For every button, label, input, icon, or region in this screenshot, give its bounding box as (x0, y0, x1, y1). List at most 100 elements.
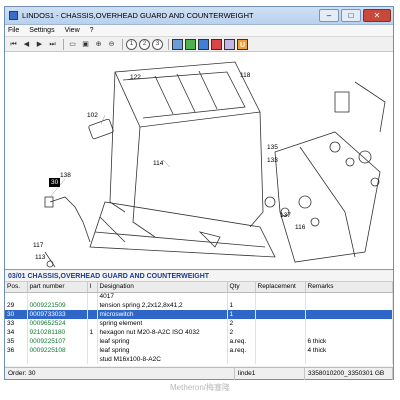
table-row[interactable]: stud M16x100-8-A2C (5, 355, 393, 364)
callout-135[interactable]: 135 (267, 144, 278, 151)
parts-table: Pos. part number I Designation Qty Repla… (5, 282, 393, 364)
cell-part-number: 0009221509 (27, 301, 88, 310)
col-replacement[interactable]: Replacement (255, 282, 306, 293)
cell-remarks (305, 310, 393, 319)
drawing-svg (44, 61, 386, 268)
cell-part-number: 0009225108 (27, 346, 88, 355)
cell-remarks (305, 355, 393, 364)
table-header: Pos. part number I Designation Qty Repla… (5, 282, 393, 293)
app-window: LINDOS1 - CHASSIS,OVERHEAD GUARD AND COU… (4, 6, 394, 380)
col-indicator[interactable]: I (87, 282, 98, 293)
table-row[interactable]: 36 0009225108 leaf spring a.req. 4 thick (5, 346, 393, 355)
callout-114[interactable]: 114 (153, 160, 163, 167)
compare-icon[interactable] (224, 38, 235, 50)
callout-118[interactable]: 118 (240, 72, 250, 79)
last-page-icon[interactable]: ⏭ (47, 39, 58, 50)
cell-replacement (255, 328, 306, 337)
col-designation[interactable]: Designation (97, 282, 228, 293)
cell-part-number: 0009652524 (27, 319, 88, 328)
status-bar: Order: 30 linde1 3358010200_3350301 GB (5, 367, 393, 380)
minimize-icon[interactable]: – (319, 9, 339, 22)
callout-137[interactable]: 137 (280, 212, 291, 219)
cell-part-number (27, 355, 88, 364)
cell-qty: a.req. (227, 346, 256, 355)
cell-designation: spring element (97, 319, 228, 328)
cell-indicator (87, 310, 98, 319)
callout-138[interactable]: 138 (60, 172, 71, 179)
callout-102[interactable]: 102 (87, 112, 98, 119)
table-row[interactable]: 34 9210281180 1 hexagon nut M20-8-A2C ISO 4… (5, 328, 393, 337)
view-1-icon[interactable]: 1 (126, 38, 137, 50)
callout-122[interactable]: 122 (130, 74, 141, 81)
callout-117[interactable]: 117 (33, 242, 43, 249)
cell-indicator (87, 292, 98, 301)
title-bar: LINDOS1 - CHASSIS,OVERHEAD GUARD AND COU… (5, 7, 393, 25)
zoom-out-icon[interactable]: ⊖ (106, 39, 117, 50)
cell-replacement (255, 346, 306, 355)
guard-post-right (249, 111, 264, 228)
cell-remarks (305, 292, 393, 301)
table-row[interactable]: 35 0009225107 leaf spring a.req. 6 thick (5, 337, 393, 346)
cell-pos: 29 (5, 301, 28, 310)
cell-pos: 30 (5, 310, 28, 319)
guard-roof-inner (122, 71, 246, 119)
export-icon[interactable] (185, 38, 196, 50)
toolbar-separator (122, 38, 123, 50)
view-3-icon[interactable]: 3 (152, 38, 163, 50)
col-part-number[interactable]: part number (27, 282, 88, 293)
col-remarks[interactable]: Remarks (305, 282, 393, 293)
cell-pos: 35 (5, 337, 28, 346)
menu-view[interactable]: View (65, 27, 80, 34)
part-102-box (88, 118, 114, 140)
cell-qty: 2 (227, 319, 256, 328)
cell-remarks (305, 328, 393, 337)
status-order: Order: 30 (5, 367, 235, 380)
table-row[interactable]: 30 0009733033 microswitch 1 (5, 310, 393, 319)
cell-indicator (87, 355, 98, 364)
col-qty[interactable]: Qty (227, 282, 256, 293)
toolbar-separator (168, 38, 169, 50)
zoom-in-icon[interactable]: ⊕ (93, 39, 104, 50)
table-row[interactable]: 4017 (5, 292, 393, 301)
cell-qty: 2 (227, 328, 256, 337)
info-icon[interactable] (198, 38, 209, 50)
table-row[interactable]: 33 0009652524 spring element 2 (5, 319, 393, 328)
page-view-icon[interactable]: ▭ (67, 39, 78, 50)
unit-icon[interactable]: U (237, 38, 248, 50)
cell-qty (227, 292, 256, 301)
menu-settings[interactable]: Settings (29, 27, 54, 34)
view-2-icon[interactable]: 2 (139, 38, 150, 50)
first-page-icon[interactable]: ⏮ (8, 39, 19, 50)
callout-133[interactable]: 133 (267, 157, 278, 164)
cell-remarks: 4 thick (305, 346, 393, 355)
print-icon[interactable] (172, 38, 183, 50)
cell-designation: tension spring 2,2x12,8x41,2 (97, 301, 228, 310)
exploded-drawing[interactable]: 102 122 118 135 133 138 114 117 113 137 … (5, 52, 393, 270)
parts-list: 03/01 CHASSIS,OVERHEAD GUARD AND COUNTER… (5, 271, 393, 366)
cell-pos (5, 355, 28, 364)
callout-116[interactable]: 116 (295, 224, 305, 231)
col-pos[interactable]: Pos. (5, 282, 28, 293)
delete-icon[interactable] (211, 38, 222, 50)
previous-page-icon[interactable]: ◀ (21, 39, 32, 50)
menu-file[interactable]: File (8, 27, 19, 34)
table-row[interactable]: 29 0009221509 tension spring 2,2x12,8x41,2… (5, 301, 393, 310)
cell-remarks (305, 319, 393, 328)
watermark: Metheron/梅塞隆 (169, 383, 231, 392)
chassis-frame (89, 201, 276, 258)
menu-help[interactable]: ? (90, 27, 94, 34)
callout-113[interactable]: 113 (35, 254, 45, 261)
cell-remarks (305, 301, 393, 310)
close-icon[interactable]: ✕ (363, 9, 391, 22)
cell-designation: 4017 (97, 292, 228, 301)
cell-part-number: 9210281180 (27, 328, 88, 337)
fit-view-icon[interactable]: ▣ (80, 39, 91, 50)
callout-highlighted[interactable]: 30 (49, 178, 61, 187)
status-doc: 3358010200_3350301 GB (305, 367, 393, 380)
cell-replacement (255, 310, 306, 319)
next-page-icon[interactable]: ▶ (34, 39, 45, 50)
maximize-icon[interactable]: □ (341, 9, 361, 22)
cell-part-number: 0009733033 (27, 310, 88, 319)
cell-remarks: 6 thick (305, 337, 393, 346)
status-user: linde1 (235, 367, 305, 380)
